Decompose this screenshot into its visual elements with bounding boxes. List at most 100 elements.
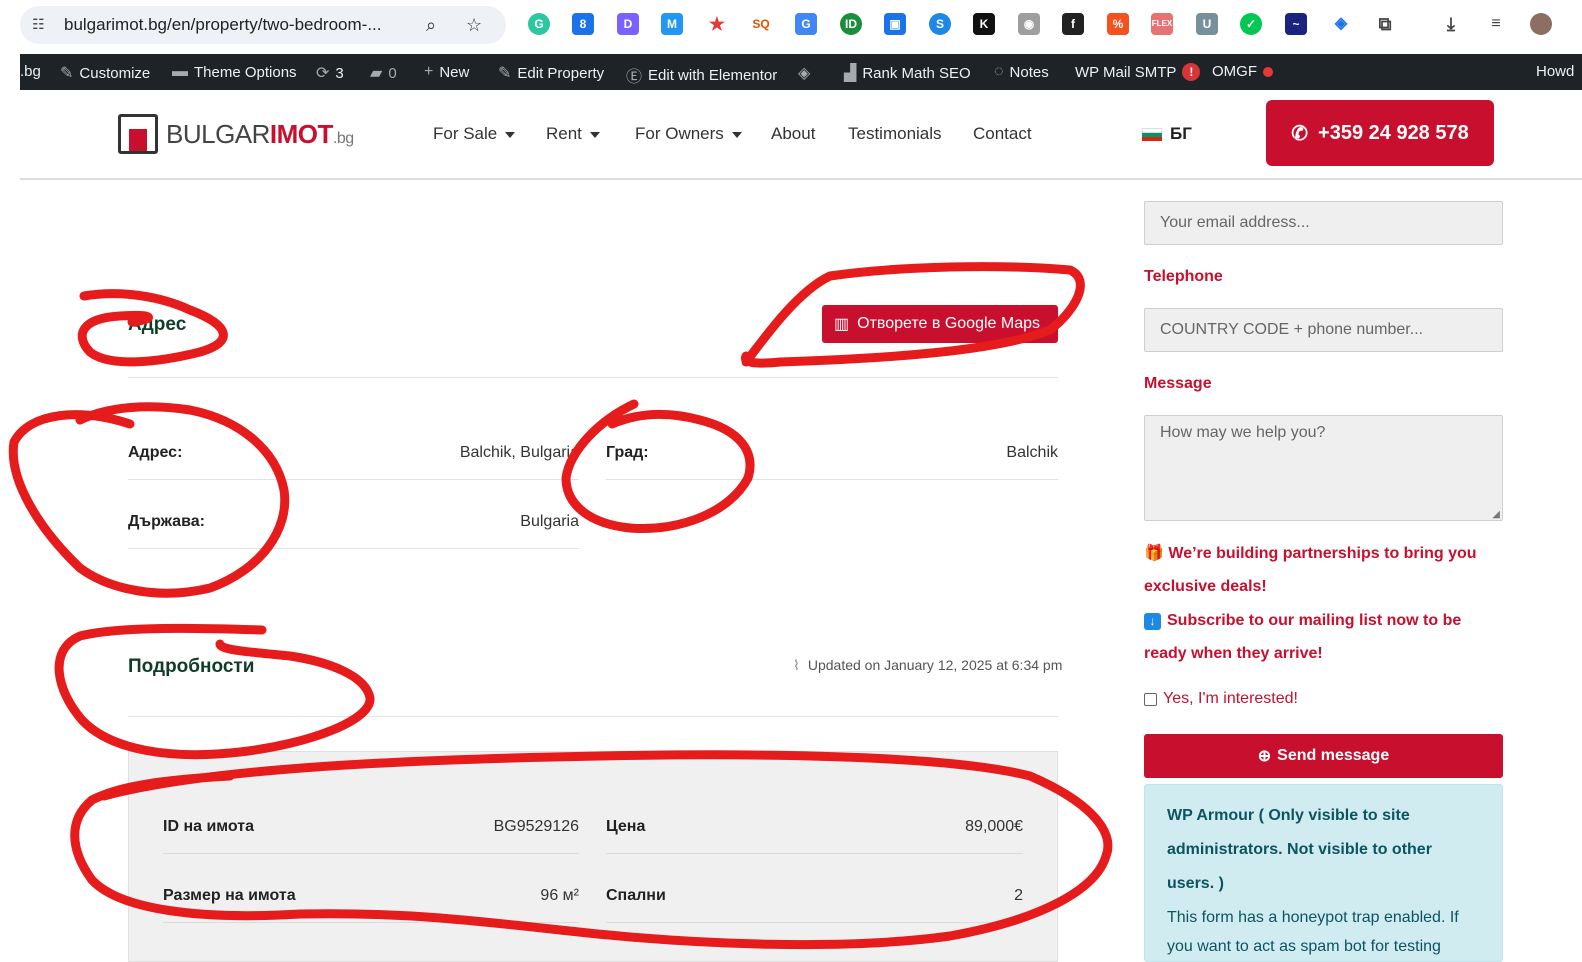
customize-link[interactable]: ✎ Customize	[60, 63, 150, 83]
comments-link[interactable]: ▰ 0	[370, 63, 397, 83]
property-details-box	[128, 751, 1058, 962]
nav-about[interactable]: About	[771, 124, 815, 144]
message-label: Message	[1144, 375, 1212, 392]
nav-for-sale[interactable]: For Sale	[433, 124, 516, 144]
font-extension-icon[interactable]: f	[1062, 13, 1084, 35]
wp-admin-bar: .bg ✎ Customize ▬ Theme Options ⟳ 3 ▰ 0 + New…	[20, 54, 1582, 90]
comment-icon: ▰	[370, 65, 383, 82]
logo-mark-icon	[118, 114, 158, 154]
wp-mail-smtp-label: WP Mail SMTP	[1075, 63, 1177, 81]
notes-label: Notes	[1009, 63, 1049, 81]
divider	[128, 716, 1058, 717]
extension-k-icon[interactable]: K	[973, 13, 995, 35]
omgf-label: OMGF	[1212, 63, 1257, 80]
updates-link[interactable]: ⟳ 3	[316, 63, 344, 83]
divider	[163, 853, 579, 854]
rank-math-icon: ▟	[844, 65, 857, 82]
wp-armour-title: WP Armour ( Only visible to site adminis…	[1167, 807, 1432, 892]
resize-handle-icon[interactable]: ◢	[1492, 509, 1500, 520]
message-textarea[interactable]: How may we help you? ◢	[1144, 415, 1503, 521]
divider	[606, 479, 1058, 480]
flex-extension-icon[interactable]: FLEX	[1151, 13, 1173, 35]
zoom-icon[interactable]: ⌕	[426, 15, 436, 36]
wp-armour-notice: WP Armour ( Only visible to site adminis…	[1144, 784, 1503, 962]
extension-id-icon[interactable]: ID	[840, 13, 862, 35]
wp-armour-text: This form has a honeypot trap enabled. I…	[1167, 909, 1459, 955]
profile-avatar[interactable]	[1530, 13, 1552, 35]
phone-field[interactable]: COUNTRY CODE + phone number...	[1144, 308, 1503, 352]
extension-d-icon[interactable]: D	[617, 13, 639, 35]
site-info-icon[interactable]: ☷	[32, 16, 50, 34]
address-label: Адрес:	[128, 444, 183, 461]
nav-testimonials[interactable]: Testimonials	[848, 124, 942, 144]
grammarly-extension-icon[interactable]: G	[528, 13, 550, 35]
bedrooms-label: Спални	[606, 887, 666, 904]
tag-extension-icon[interactable]: ◈	[1330, 13, 1352, 35]
folder-icon: ▬	[172, 63, 188, 80]
bookmark-star-icon[interactable]: ☆	[466, 15, 482, 36]
phone-call-button[interactable]: ✆ +359 24 928 578	[1266, 100, 1494, 166]
shield-extension-icon[interactable]: U	[1196, 13, 1218, 35]
extensions-puzzle-icon[interactable]: ⧉	[1374, 13, 1396, 35]
email-field[interactable]: Your email address...	[1144, 201, 1503, 245]
url-text[interactable]: bulgarimot.bg/en/property/two-bedroom-..…	[64, 15, 382, 35]
diamond-icon: ◈	[798, 65, 811, 82]
site-logo[interactable]: BULGARIMOT.bg	[118, 112, 354, 156]
pencil-icon: ✎	[498, 65, 512, 82]
notes-link[interactable]: ◌ Notes	[994, 63, 1049, 81]
arrow-up-circle-icon: ⊕	[1257, 748, 1272, 765]
interest-checkbox-row[interactable]: Yes, I'm interested!	[1144, 690, 1298, 708]
nav-for-owners[interactable]: For Owners	[635, 124, 742, 144]
city-label: Град:	[606, 444, 649, 461]
property-size-value: 96 м²	[540, 887, 579, 904]
wp-mail-smtp-link[interactable]: WP Mail SMTP!	[1075, 63, 1201, 81]
divider	[128, 548, 579, 549]
open-google-maps-button[interactable]: ▥ Отворете в Google Maps	[822, 305, 1058, 343]
edit-elementor-link[interactable]: Ⓔ Edit with Elementor	[626, 63, 777, 87]
new-content-link[interactable]: + New	[424, 63, 469, 81]
chart-extension-icon[interactable]: ~	[1285, 13, 1307, 35]
price-label: Цена	[606, 818, 646, 835]
city-value: Balchik	[1006, 444, 1058, 461]
comments-count: 0	[388, 64, 397, 82]
elementor-icon: Ⓔ	[626, 69, 643, 86]
language-label: БГ	[1170, 124, 1192, 143]
admin-site-name[interactable]: .bg	[20, 63, 41, 80]
nav-rent[interactable]: Rent	[546, 124, 600, 144]
telephone-label: Telephone	[1144, 268, 1223, 285]
percent-extension-icon[interactable]: %	[1107, 13, 1129, 35]
rank-math-link[interactable]: ▟ Rank Math SEO	[844, 63, 971, 83]
scribble-city	[561, 399, 755, 534]
theme-options-link[interactable]: ▬ Theme Options	[172, 63, 297, 81]
seo-extension-icon[interactable]: SQ	[750, 13, 772, 35]
send-message-button[interactable]: ⊕ Send message	[1144, 734, 1503, 778]
message-placeholder: How may we help you?	[1160, 424, 1326, 441]
shazam-extension-icon[interactable]: S	[929, 13, 951, 35]
tab-manager-extension-icon[interactable]: 8	[572, 13, 594, 35]
edit-property-link[interactable]: ✎ Edit Property	[498, 63, 604, 83]
media-queue-icon[interactable]: ≡	[1485, 13, 1507, 35]
interest-checkbox[interactable]	[1144, 692, 1157, 706]
extension-m-icon[interactable]: M	[661, 13, 683, 35]
star-extension-icon[interactable]: ★	[706, 13, 728, 35]
omgf-link[interactable]: OMGF	[1212, 63, 1273, 80]
camera-extension-icon[interactable]: ◉	[1018, 13, 1040, 35]
download-icon[interactable]: ⤓	[1440, 13, 1462, 35]
theme-options-label: Theme Options	[194, 63, 297, 81]
address-bar[interactable]: ☷ bulgarimot.bg/en/property/two-bedroom-…	[20, 6, 506, 44]
translate-extension-icon[interactable]: G	[795, 13, 817, 35]
language-switcher[interactable]: БГ	[1142, 124, 1192, 144]
diamond-plugin-link[interactable]: ◈	[798, 63, 810, 83]
gift-icon: 🎁	[1144, 545, 1169, 562]
howdy-link[interactable]: Howd	[1536, 63, 1574, 80]
screen-capture-extension-icon[interactable]: ▣	[884, 13, 906, 35]
address-value: Balchik, Bulgaria	[459, 444, 579, 461]
nav-contact[interactable]: Contact	[973, 124, 1032, 144]
scribble-address-country	[8, 402, 290, 598]
country-label: Държава:	[128, 513, 205, 530]
details-section-title: Подробности	[128, 656, 255, 677]
phone-icon: ✆	[1291, 122, 1309, 145]
new-label: New	[439, 63, 470, 81]
green-extension-icon[interactable]: ✓	[1240, 13, 1262, 35]
phone-number: +359 24 928 578	[1318, 121, 1469, 144]
